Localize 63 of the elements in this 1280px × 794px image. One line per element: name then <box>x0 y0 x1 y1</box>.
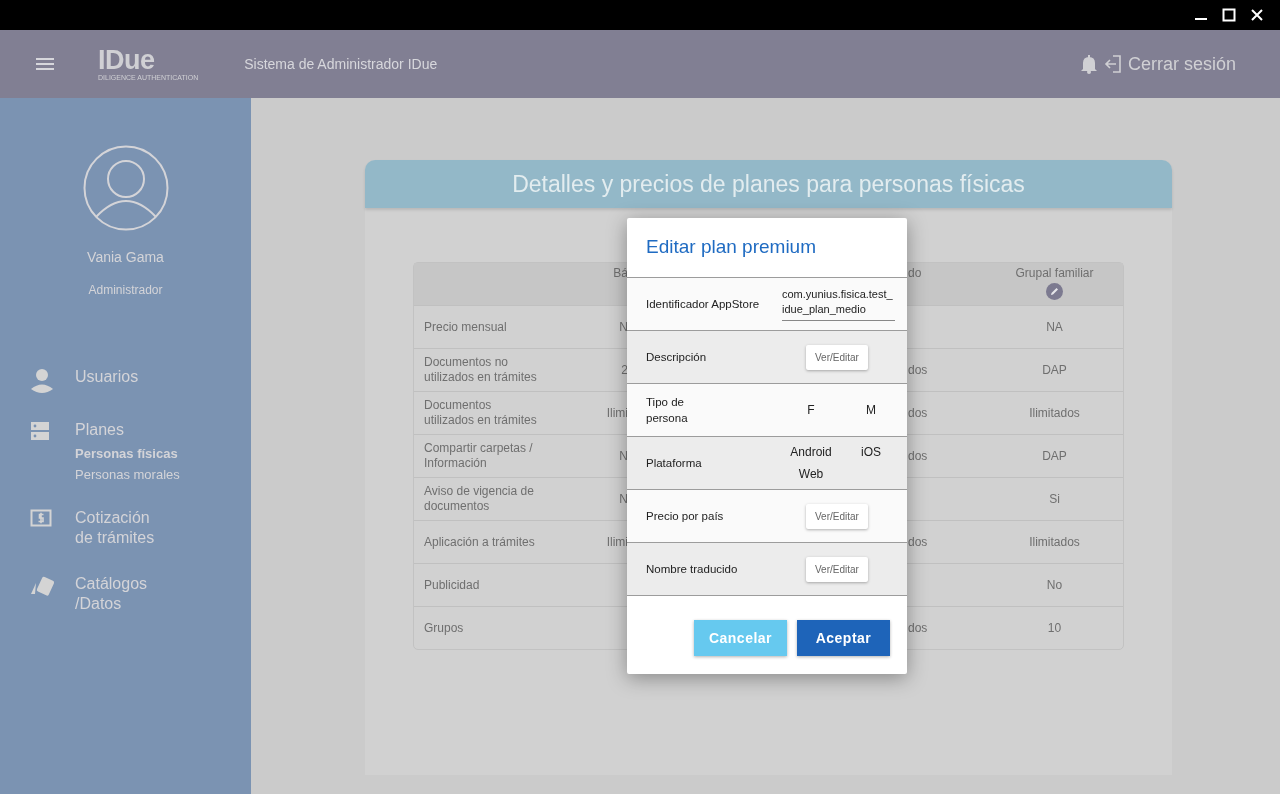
field-label: Descripción <box>646 350 708 365</box>
table-cell: Ilimi <box>606 406 628 420</box>
logout-icon <box>1103 54 1122 74</box>
card-title: Detalles y precios de planes para personas físicas <box>365 160 1172 208</box>
row-label: Grupos <box>424 620 464 636</box>
view-edit-button[interactable]: Ver/Editar <box>806 503 868 529</box>
table-cell: dos <box>908 363 928 377</box>
close-icon[interactable] <box>1250 8 1264 22</box>
view-edit-button[interactable]: Ver/Editar <box>806 344 868 370</box>
dialog-title: Editar plan premium <box>646 236 817 257</box>
user-name: Vania Gama <box>86 249 165 265</box>
table-cell: No <box>1046 578 1063 592</box>
edit-icon[interactable] <box>1046 283 1063 300</box>
table-cell: dos <box>908 535 928 549</box>
server-icon <box>30 421 50 441</box>
bell-icon[interactable] <box>1079 54 1098 74</box>
input-field[interactable]: com.yunius.fisica.test_idue_plan_medio <box>782 287 895 321</box>
table-cell: 2 <box>621 363 628 377</box>
table-cell: Si <box>1049 492 1060 506</box>
row-label: Compartir carpetas / Información <box>424 441 533 471</box>
menu-icon[interactable] <box>34 56 56 72</box>
logo: IDue <box>98 46 155 74</box>
option-label[interactable]: iOS <box>861 445 881 459</box>
field-label: Tipo de persona <box>646 395 689 426</box>
table-cell: dos <box>908 406 928 420</box>
table-cell: DAP <box>1042 363 1067 377</box>
row-label: Precio mensual <box>424 319 507 335</box>
table-cell: 10 <box>1047 621 1062 635</box>
table-cell: N <box>619 449 628 463</box>
column-header: do <box>908 266 922 280</box>
table-cell: DAP <box>1042 449 1067 463</box>
column-header: Bá <box>613 266 628 280</box>
table-cell: NA <box>1046 320 1063 334</box>
field-label: Identificador AppStore <box>646 297 761 312</box>
option-label[interactable]: F <box>807 403 815 417</box>
user-role: Administrador <box>87 283 164 297</box>
field-label: Precio por país <box>646 509 725 524</box>
table-cell: N <box>619 492 628 506</box>
row-label: Publicidad <box>424 577 480 593</box>
table-cell: N <box>619 320 628 334</box>
table-cell: Ilimitados <box>1029 406 1080 420</box>
avatar-icon <box>82 145 169 231</box>
option-label[interactable]: Android <box>790 445 832 459</box>
cards-icon <box>30 575 56 597</box>
row-label: Documentos utilizados en trámites <box>424 398 537 428</box>
table-cell: dos <box>908 621 928 635</box>
field-label: Plataforma <box>646 456 703 471</box>
view-edit-button[interactable]: Ver/Editar <box>806 556 868 582</box>
app-title: Sistema de Administrador IDue <box>244 56 438 72</box>
option-label[interactable]: Web <box>798 467 824 481</box>
row-label: Documentos no utilizados en trámites <box>424 355 537 385</box>
accept-button[interactable]: Aceptar <box>797 620 890 656</box>
column-header: Grupal familiar <box>1015 266 1094 280</box>
row-label: Aviso de vigencia de documentos <box>424 484 534 514</box>
field-label: Nombre traducido <box>646 562 739 577</box>
table-cell: dos <box>908 449 928 463</box>
option-label[interactable]: M <box>866 403 876 417</box>
maximize-icon[interactable] <box>1222 8 1236 22</box>
user-icon <box>30 368 54 394</box>
table-cell: Ilimitados <box>1029 535 1080 549</box>
table-cell: Ilimi <box>606 535 628 549</box>
dollar-bill-icon <box>30 509 52 527</box>
row-label: Aplicación a trámites <box>424 534 535 550</box>
